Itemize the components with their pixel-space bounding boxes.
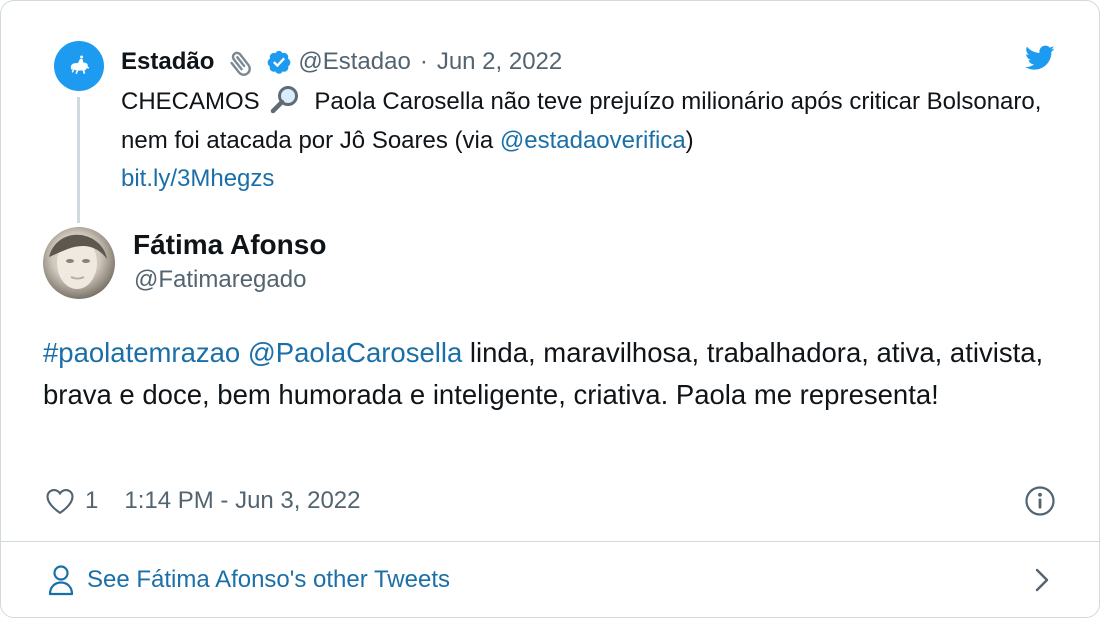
tweet-timestamp[interactable]: 1:14 PM - Jun 3, 2022 bbox=[124, 487, 360, 515]
thread-connector-line bbox=[77, 97, 80, 223]
see-other-tweets-label[interactable]: See Fátima Afonso's other Tweets bbox=[87, 566, 450, 594]
parent-tweet-date[interactable]: Jun 2, 2022 bbox=[437, 48, 562, 76]
reply-mention-link[interactable]: @PaolaCarosella bbox=[248, 337, 462, 368]
like-count: 1 bbox=[85, 487, 99, 514]
hashtag-link[interactable]: #paolatemrazao bbox=[43, 337, 240, 368]
footer-divider bbox=[1, 541, 1099, 542]
parent-text-end: ) bbox=[685, 126, 694, 154]
see-other-tweets-link[interactable]: See Fátima Afonso's other Tweets bbox=[47, 563, 450, 597]
fatima-avatar[interactable] bbox=[43, 227, 115, 299]
parent-mention-link[interactable]: @estadaoverifica bbox=[500, 127, 686, 154]
header-separator: · bbox=[419, 48, 428, 75]
horse-rider-logo bbox=[70, 55, 90, 74]
reply-author-name[interactable]: Fátima Afonso bbox=[133, 229, 326, 261]
parent-tweet-header: Estadão @Estadao · Jun 2, 2022 bbox=[121, 45, 562, 79]
embedded-tweet-card: Estadão @Estadao · Jun 2, 2022 CHECAMOS … bbox=[0, 0, 1100, 618]
chevron-right-icon[interactable] bbox=[1033, 567, 1051, 593]
twitter-bird-icon[interactable] bbox=[1025, 45, 1055, 71]
info-icon[interactable] bbox=[1024, 485, 1056, 517]
verified-badge-icon bbox=[268, 50, 291, 74]
person-icon bbox=[48, 565, 74, 596]
estadao-avatar[interactable] bbox=[54, 41, 104, 91]
parent-tweet-text: CHECAMOS Paola Carosella não teve prejuí… bbox=[121, 83, 1061, 199]
heart-icon[interactable] bbox=[45, 487, 75, 515]
parent-author-handle[interactable]: @Estadao bbox=[298, 48, 410, 76]
paperclip-icon bbox=[230, 51, 252, 76]
reply-author-handle[interactable]: @Fatimaregado bbox=[134, 266, 306, 294]
reply-tweet-text: #paolatemrazao @PaolaCarosella linda, ma… bbox=[43, 332, 1053, 415]
parent-short-link[interactable]: bit.ly/3Mhegzs bbox=[121, 165, 274, 192]
magnifying-glass-icon bbox=[270, 86, 298, 114]
avatar-photo bbox=[49, 234, 107, 289]
parent-text-start: CHECAMOS bbox=[121, 88, 260, 115]
parent-author-name[interactable]: Estadão bbox=[121, 48, 214, 76]
tweet-meta-row: 1 1:14 PM - Jun 3, 2022 bbox=[45, 483, 361, 519]
